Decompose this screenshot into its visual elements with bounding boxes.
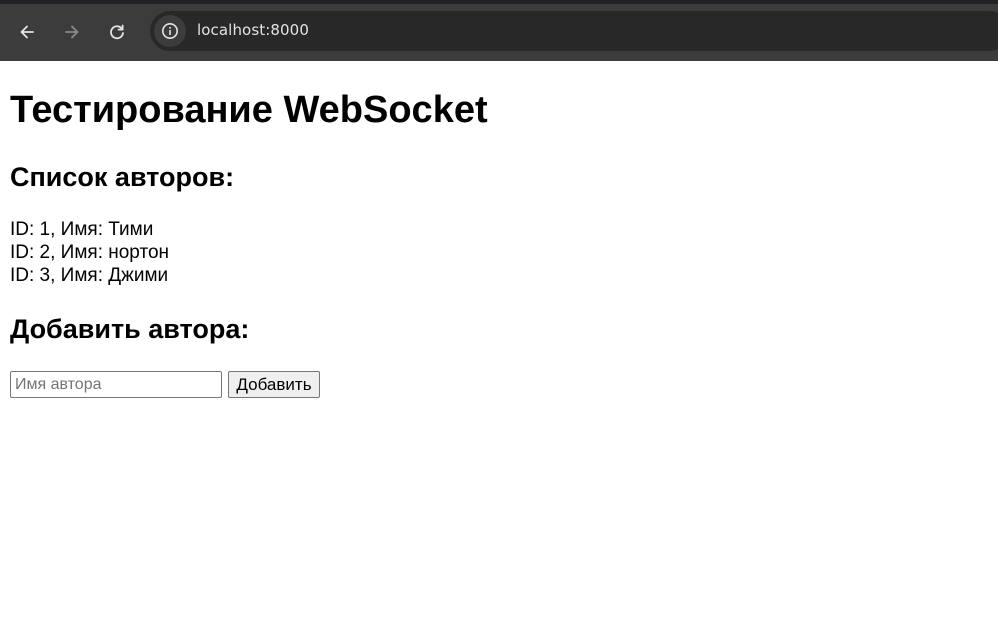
add-author-button[interactable]: Добавить bbox=[228, 371, 320, 398]
author-item: ID: 3, Имя: Джими bbox=[10, 265, 169, 286]
url-text[interactable]: localhost:8000 bbox=[197, 21, 309, 39]
site-info-button[interactable] bbox=[154, 15, 186, 47]
toolbar-inner: localhost:8000 bbox=[0, 4, 998, 61]
add-author-heading: Добавить автора: bbox=[10, 314, 250, 344]
page-title: Тестирование WebSocket bbox=[10, 89, 488, 131]
forward-button[interactable] bbox=[54, 14, 90, 50]
author-item: ID: 1, Имя: Тими bbox=[10, 219, 154, 240]
page-content: Тестирование WebSocket Список авторов: I… bbox=[0, 61, 998, 637]
reload-icon bbox=[110, 24, 124, 40]
info-icon bbox=[162, 23, 178, 39]
author-name-input[interactable] bbox=[10, 371, 222, 398]
arrow-left-icon bbox=[20, 25, 34, 39]
reload-button[interactable] bbox=[99, 14, 135, 50]
arrow-right-icon bbox=[65, 25, 79, 39]
authors-heading: Список авторов: bbox=[10, 162, 235, 192]
author-item: ID: 2, Имя: нортон bbox=[10, 242, 170, 263]
back-button[interactable] bbox=[9, 14, 45, 50]
address-bar[interactable]: localhost:8000 bbox=[150, 11, 998, 51]
browser-toolbar: localhost:8000 bbox=[0, 0, 998, 61]
author-list: ID: 1, Имя: Тими ID: 2, Имя: нортон ID: … bbox=[10, 218, 169, 287]
